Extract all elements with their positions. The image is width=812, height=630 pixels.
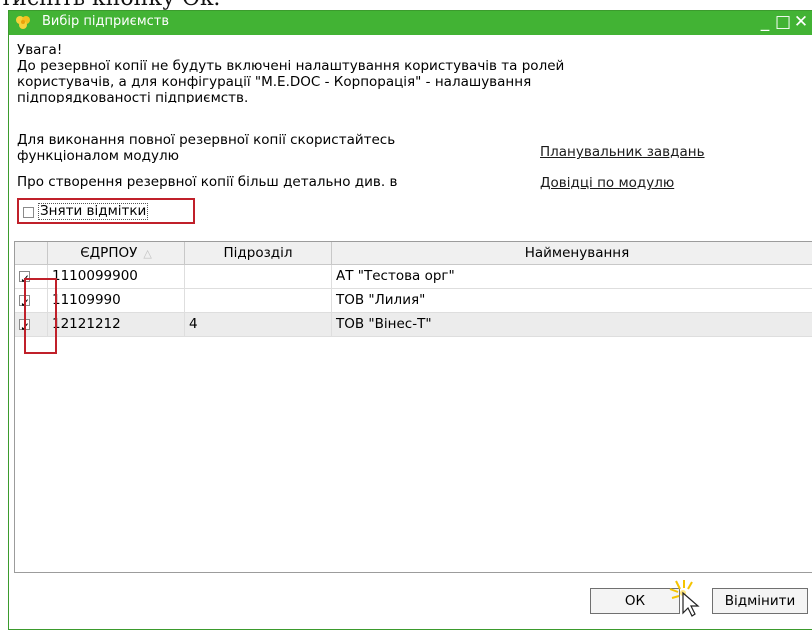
name-cell: ТОВ "Вінес-Т" <box>332 313 812 336</box>
subdivision-cell: 4 <box>185 313 332 336</box>
page-caption: тисніть кнопку Ok. <box>0 0 812 11</box>
column-header-check <box>15 242 48 265</box>
edrpou-cell: 11109990 <box>48 289 185 312</box>
warning-text: Увага! До резервної копії не будуть вклю… <box>17 42 564 103</box>
subdivision-cell <box>185 289 332 312</box>
close-button[interactable]: ✕ <box>793 12 809 32</box>
column-header-label: Підрозділ <box>223 245 293 261</box>
sort-icon: △ <box>143 247 152 260</box>
full-backup-text: Для виконання повної резервної копії ско… <box>17 132 395 164</box>
edrpou-cell: 12121212 <box>48 313 185 336</box>
flower-icon <box>16 16 30 29</box>
warning-line: користувачів, а для конфігурації "M.E.DO… <box>17 74 532 90</box>
window-title: Вибір підприємств <box>42 14 170 29</box>
column-header-label: ЄДРПОУ <box>80 245 138 261</box>
select-companies-dialog: Вибір підприємств _ □ ✕ Увага! До резерв… <box>8 10 812 630</box>
table-row[interactable]: 1110099900 АТ "Тестова орг" <box>15 265 812 291</box>
minimize-button[interactable]: _ <box>757 12 773 32</box>
column-header-label: Найменування <box>524 245 630 261</box>
help-link[interactable]: Довідці по модулю <box>540 175 674 191</box>
table-row[interactable]: 11109990 ТОВ "Лилия" <box>15 289 812 315</box>
edrpou-cell: 1110099900 <box>48 265 185 288</box>
scheduler-link[interactable]: Планувальник завдань <box>540 144 705 160</box>
row-checkboxes-highlight <box>24 278 57 354</box>
table-row[interactable]: 12121212 4 ТОВ "Вінес-Т" <box>15 313 812 339</box>
uncheck-all-label[interactable]: Зняти відмітки <box>38 203 149 220</box>
warning-line: До резервної копії не будуть включені на… <box>17 58 565 74</box>
uncheck-all-highlight: Зняти відмітки <box>17 198 195 224</box>
subdivision-cell <box>185 265 332 288</box>
column-header-name[interactable]: Найменування <box>332 242 812 265</box>
column-header-edrpou[interactable]: ЄДРПОУ △ <box>48 242 185 265</box>
more-info-text: Про створення резервної копії більш дета… <box>17 174 398 190</box>
name-cell: ТОВ "Лилия" <box>332 289 812 312</box>
click-cursor-icon <box>669 580 700 617</box>
maximize-button[interactable]: □ <box>775 12 791 32</box>
cancel-button[interactable]: Відмінити <box>712 588 808 614</box>
companies-table: ЄДРПОУ △ Підрозділ Найменування 111009990… <box>14 241 812 573</box>
full-backup-line: Для виконання повної резервної копії ско… <box>17 132 396 148</box>
uncheck-all-checkbox[interactable] <box>23 207 34 218</box>
title-bar[interactable]: Вибір підприємств _ □ ✕ <box>9 11 812 35</box>
warning-line: підпорядкованості підприємств. <box>17 90 249 103</box>
ok-button[interactable]: ОК <box>590 588 680 614</box>
warning-heading: Увага! <box>17 42 63 58</box>
name-cell: АТ "Тестова орг" <box>332 265 812 288</box>
full-backup-line: функціоналом модулю <box>17 148 179 164</box>
column-header-subdivision[interactable]: Підрозділ <box>185 242 332 265</box>
